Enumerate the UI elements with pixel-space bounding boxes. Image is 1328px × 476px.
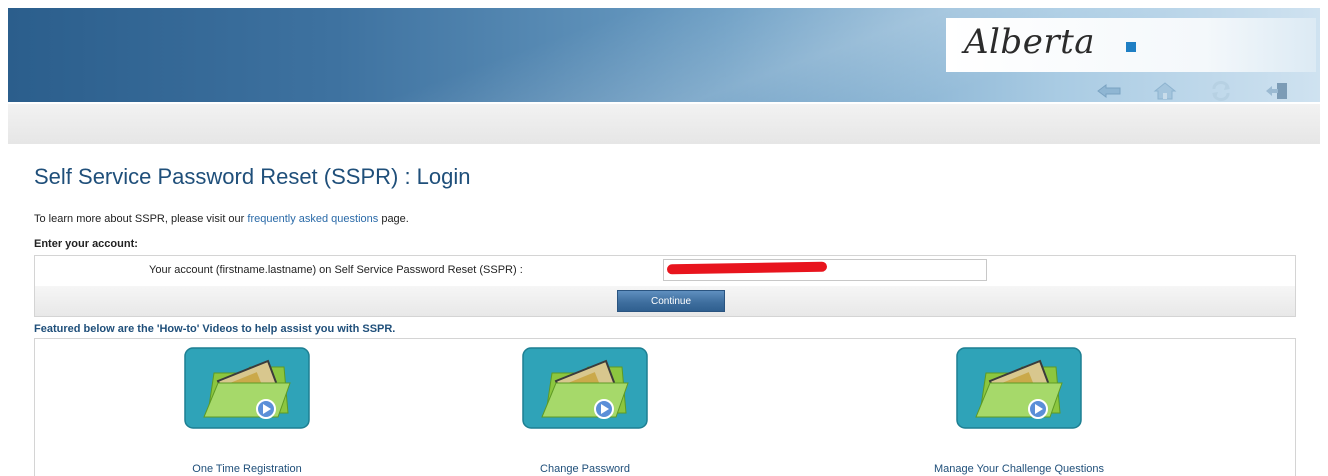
video-label[interactable]: One Time Registration	[137, 463, 357, 475]
videos-heading: Featured below are the 'How-to' Videos t…	[34, 323, 396, 335]
header-banner: Alberta	[8, 8, 1320, 102]
account-row: Your account (firstname.lastname) on Sel…	[34, 255, 1296, 287]
back-icon[interactable]	[1096, 81, 1122, 101]
page-title: Self Service Password Reset (SSPR) : Log…	[34, 164, 471, 189]
video-folder-icon[interactable]	[184, 347, 310, 429]
account-field-label: Your account (firstname.lastname) on Sel…	[149, 264, 523, 276]
refresh-icon[interactable]	[1208, 81, 1234, 101]
logout-icon[interactable]	[1264, 81, 1290, 101]
logo-mark	[1126, 42, 1136, 52]
continue-button[interactable]: Continue	[617, 290, 725, 312]
home-icon[interactable]	[1152, 81, 1178, 101]
continue-bar: Continue	[34, 286, 1296, 317]
video-item-one-time-registration[interactable]: One Time Registration	[137, 347, 357, 475]
header-nav	[1096, 80, 1290, 102]
enter-account-label: Enter your account:	[34, 238, 138, 250]
video-folder-icon[interactable]	[956, 347, 1082, 429]
video-label[interactable]: Manage Your Challenge Questions	[909, 463, 1129, 475]
video-item-change-password[interactable]: Change Password	[475, 347, 695, 475]
videos-panel: One Time Registration Change Password Ma…	[34, 338, 1296, 476]
info-text: To learn more about SSPR, please visit o…	[34, 213, 409, 225]
page: Alberta Self Service Password Reset (SSP…	[0, 0, 1328, 476]
video-folder-icon[interactable]	[522, 347, 648, 429]
info-suffix: page.	[378, 213, 409, 225]
alberta-logo: Alberta	[946, 18, 1316, 72]
faq-link[interactable]: frequently asked questions	[247, 213, 378, 225]
info-prefix: To learn more about SSPR, please visit o…	[34, 213, 248, 225]
sub-header-bar	[8, 104, 1320, 144]
logo-text: Alberta	[964, 22, 1095, 62]
video-label[interactable]: Change Password	[475, 463, 695, 475]
video-item-manage-challenge-questions[interactable]: Manage Your Challenge Questions	[909, 347, 1129, 475]
